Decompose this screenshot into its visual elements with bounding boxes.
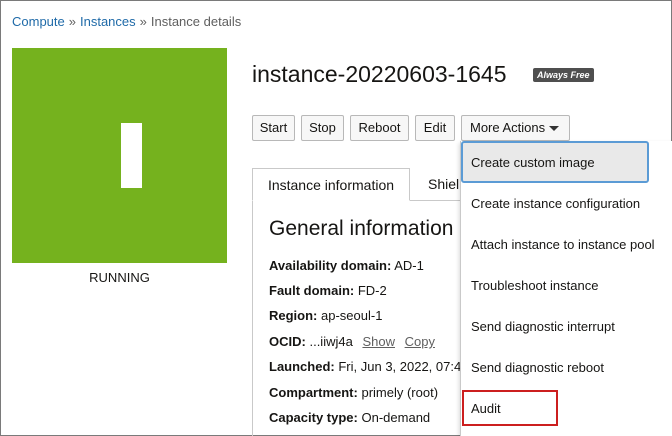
instance-status-label: RUNNING — [89, 270, 150, 285]
fault-domain-row: Fault domain: FD-2 — [269, 283, 387, 298]
edit-button[interactable]: Edit — [415, 115, 455, 141]
tab-instance-information[interactable]: Instance information — [252, 168, 410, 201]
stop-button[interactable]: Stop — [301, 115, 344, 141]
fault-domain-label: Fault domain: — [269, 283, 355, 298]
ocid-row: OCID: ...iiwj4a Show Copy — [269, 334, 435, 349]
breadcrumb-compute-link[interactable]: Compute — [12, 14, 65, 29]
breadcrumb: Compute» Instances» Instance details — [12, 14, 241, 29]
region-label: Region: — [269, 308, 318, 323]
page-title: instance-20220603-1645 — [252, 61, 507, 87]
menu-item-create-instance-configuration[interactable]: Create instance configuration — [471, 196, 640, 211]
capacity-type-row: Capacity type: On-demand — [269, 410, 430, 425]
ocid-value: ...iiwj4a — [309, 334, 353, 349]
breadcrumb-instances-link[interactable]: Instances — [80, 14, 136, 29]
start-button[interactable]: Start — [252, 115, 295, 141]
capacity-type-label: Capacity type: — [269, 410, 358, 425]
tab-shielded-instance[interactable]: Shiel — [428, 176, 459, 192]
ocid-show-link[interactable]: Show — [362, 334, 395, 349]
menu-item-attach-instance-to-pool[interactable]: Attach instance to instance pool — [471, 237, 655, 252]
menu-item-audit[interactable]: Audit — [471, 401, 501, 416]
launched-row: Launched: Fri, Jun 3, 2022, 07:45:3 — [269, 359, 479, 374]
launched-value: Fri, Jun 3, 2022, 07:45:3 — [338, 359, 480, 374]
fault-domain-value: FD-2 — [357, 283, 387, 298]
region-value: ap-seoul-1 — [321, 308, 383, 323]
availability-domain-row: Availability domain: AD-1 — [269, 258, 424, 273]
chevron-down-icon — [549, 126, 559, 131]
compartment-value: primely (root) — [361, 385, 439, 400]
menu-item-troubleshoot-instance[interactable]: Troubleshoot instance — [471, 278, 598, 293]
compartment-label: Compartment: — [269, 385, 358, 400]
capacity-type-value: On-demand — [361, 410, 431, 425]
availability-domain-label: Availability domain: — [269, 258, 392, 273]
more-actions-button[interactable]: More Actions — [461, 115, 570, 141]
ocid-label: OCID: — [269, 334, 306, 349]
breadcrumb-separator: » — [68, 14, 76, 29]
availability-domain-value: AD-1 — [394, 258, 424, 273]
breadcrumb-current: Instance details — [150, 14, 242, 29]
breadcrumb-separator: » — [139, 14, 147, 29]
more-actions-menu: Create custom image Create instance conf… — [460, 141, 672, 436]
always-free-badge: Always Free — [533, 68, 594, 82]
general-information-heading: General information — [269, 217, 454, 240]
instance-status-tile — [12, 48, 227, 263]
menu-item-send-diagnostic-reboot[interactable]: Send diagnostic reboot — [471, 360, 604, 375]
menu-item-send-diagnostic-interrupt[interactable]: Send diagnostic interrupt — [471, 319, 615, 334]
ocid-copy-link[interactable]: Copy — [405, 334, 435, 349]
instance-icon — [121, 123, 142, 188]
launched-label: Launched: — [269, 359, 335, 374]
menu-item-create-custom-image[interactable]: Create custom image — [471, 155, 595, 170]
more-actions-label: More Actions — [470, 120, 546, 135]
reboot-button[interactable]: Reboot — [350, 115, 409, 141]
compartment-row: Compartment: primely (root) — [269, 385, 438, 400]
region-row: Region: ap-seoul-1 — [269, 308, 382, 323]
